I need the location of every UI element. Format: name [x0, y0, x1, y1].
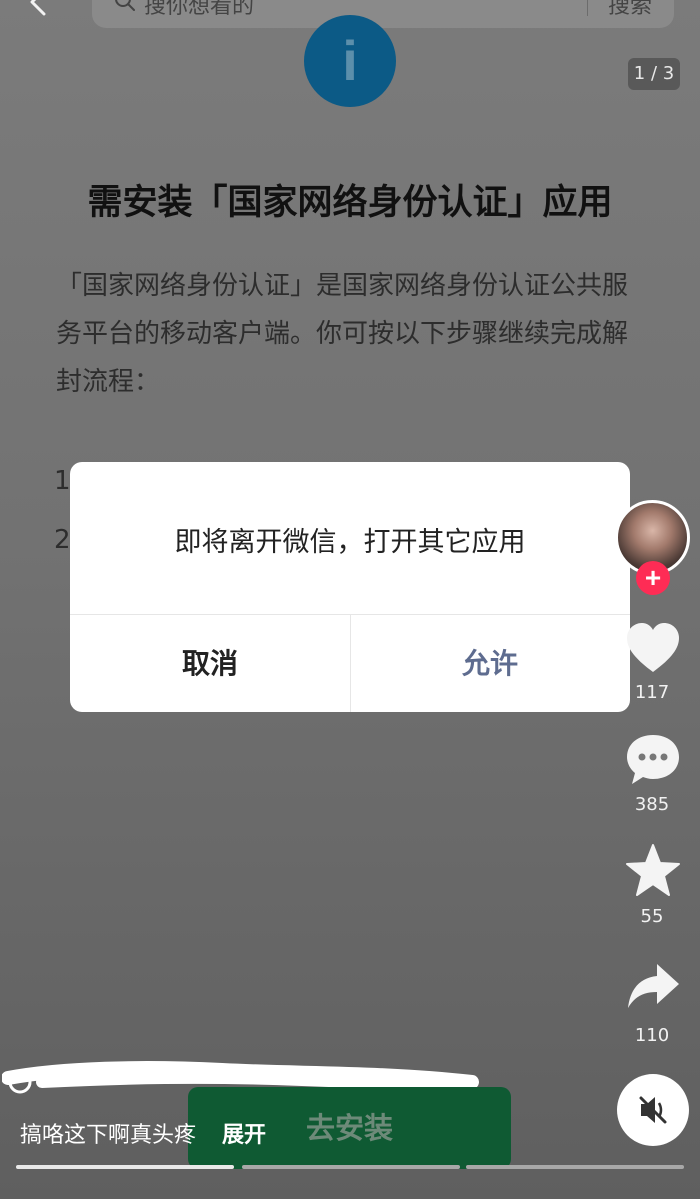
progress-segment: [466, 1165, 684, 1169]
follow-button[interactable]: +: [636, 561, 670, 595]
search-divider: [587, 0, 588, 16]
cancel-button[interactable]: 取消: [70, 615, 350, 712]
comment-count: 385: [634, 794, 670, 815]
search-bar[interactable]: 搜你想看的 搜索: [92, 0, 674, 28]
page-description: 「国家网络身份认证」是国家网络身份认证公共服务平台的移动客户端。你可按以下步骤继…: [56, 271, 629, 397]
step-number: 2: [54, 525, 71, 555]
search-input[interactable]: 搜你想看的: [144, 0, 254, 20]
share-arrow-icon[interactable]: [624, 958, 682, 1016]
heart-icon[interactable]: [624, 620, 682, 678]
star-icon[interactable]: [624, 842, 682, 900]
page-title: 需安装「国家网络身份认证」应用: [87, 183, 613, 223]
progress-segment: [16, 1165, 234, 1169]
speaker-muted-icon: [639, 1096, 667, 1124]
step-number: 1: [54, 466, 71, 496]
dialog-message: 即将离开微信，打开其它应用: [174, 527, 526, 558]
search-icon: [115, 0, 135, 11]
like-count: 117: [634, 682, 670, 703]
progress-segment: [242, 1165, 460, 1169]
search-button[interactable]: 搜索: [608, 0, 652, 20]
allow-button[interactable]: 允许: [350, 615, 630, 712]
comment-bubble-icon[interactable]: [624, 732, 682, 790]
page-indicator: 1 / 3: [628, 58, 680, 90]
favorite-count: 55: [640, 906, 664, 927]
info-icon: i: [304, 15, 396, 107]
back-chevron-icon[interactable]: [22, 0, 52, 18]
expand-caption-link[interactable]: 展开: [222, 1117, 266, 1149]
leave-app-dialog: 即将离开微信，打开其它应用 取消 允许: [70, 462, 630, 712]
mute-button[interactable]: [617, 1074, 689, 1146]
video-caption: 搞咯这下啊真头疼: [20, 1123, 197, 1148]
share-count: 110: [634, 1025, 670, 1046]
